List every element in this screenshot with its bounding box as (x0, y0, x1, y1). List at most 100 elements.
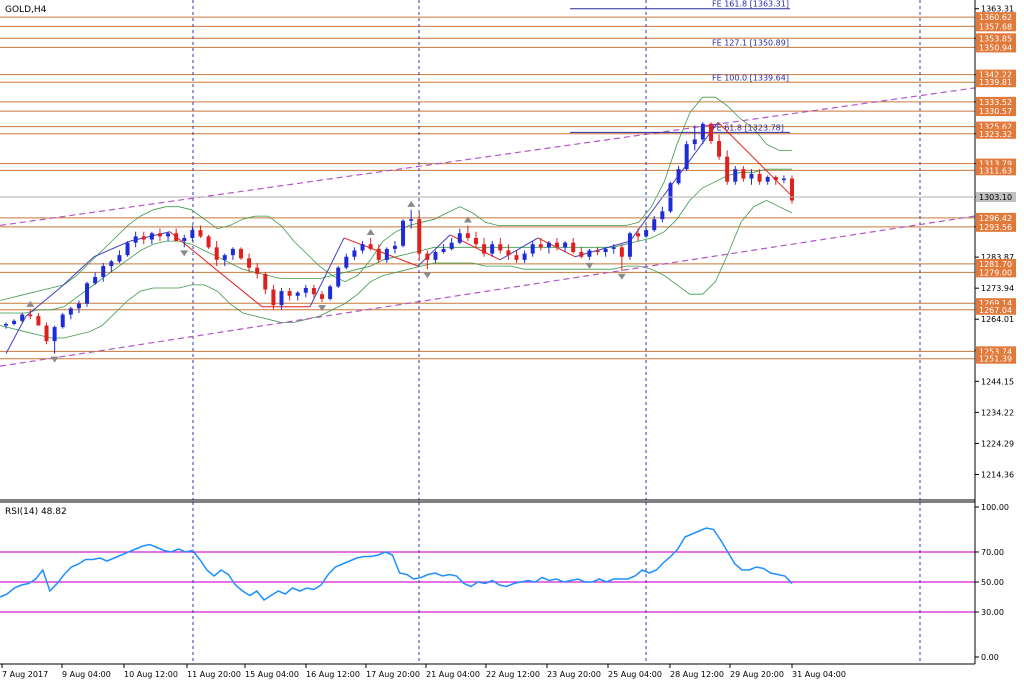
candle-body (708, 123, 713, 142)
current-price-label: 1303.10 (979, 193, 1012, 202)
candle-body (174, 233, 179, 242)
candle-body (230, 248, 235, 256)
candle-body (555, 242, 560, 248)
price-level-tag-label: 1330.57 (979, 107, 1012, 116)
price-level-tag-label: 1350.94 (979, 43, 1012, 52)
candle-body (733, 169, 738, 182)
time-tick-label: 25 Aug 04:00 (608, 670, 662, 679)
candle-body (384, 248, 389, 260)
candle-body (238, 248, 243, 259)
price-level-tag-label: 1339.81 (979, 78, 1012, 87)
candle-body (125, 242, 130, 256)
candle-body (133, 236, 138, 243)
candle-body (765, 176, 770, 182)
candle-body (149, 233, 154, 240)
candle-body (563, 242, 568, 248)
candle-body (157, 233, 162, 237)
candle-body (328, 286, 333, 299)
rsi-tick-label: 70.00 (981, 548, 1004, 557)
candle-body (482, 244, 487, 254)
price-level-tag-label: 1323.32 (979, 130, 1012, 139)
candle-body (571, 242, 576, 253)
time-tick-label: 11 Aug 20:00 (187, 670, 241, 679)
time-tick-label: 28 Aug 12:00 (670, 670, 724, 679)
price-tick-label: 1273.94 (981, 284, 1014, 293)
rsi-tick-label: 50.00 (981, 578, 1004, 587)
price-level-tag-label: 1293.56 (979, 223, 1012, 232)
candle-body (603, 248, 608, 253)
price-level-tag-label: 1251.39 (979, 355, 1012, 364)
candle-body (368, 244, 373, 249)
time-tick-label: 9 Aug 04:00 (62, 670, 111, 679)
candle-body (749, 173, 754, 179)
candle-body (506, 250, 511, 256)
candle-body (684, 144, 689, 170)
time-tick-label: 15 Aug 04:00 (245, 670, 299, 679)
candle-body (303, 287, 308, 293)
candle-body (295, 292, 300, 296)
candle-body (465, 233, 470, 238)
price-level-tag-label: 1279.00 (979, 268, 1012, 277)
candle-body (392, 245, 397, 249)
candle-body (182, 237, 187, 242)
price-level-tag-label: 1311.63 (979, 166, 1012, 175)
candle-body (546, 242, 551, 248)
candle-body (85, 283, 90, 304)
price-level-tag-label: 1353.85 (979, 34, 1012, 43)
candle-body (344, 256, 349, 268)
candle-body (214, 247, 219, 260)
candle-body (441, 248, 446, 253)
candle-body (433, 252, 438, 260)
candle-body (28, 314, 33, 317)
candle-body (473, 237, 478, 245)
price-level-tag-label: 1267.04 (979, 306, 1012, 315)
time-tick-label: 10 Aug 12:00 (124, 670, 178, 679)
candle-body (522, 253, 527, 260)
candle-body (725, 156, 730, 182)
candle-body (109, 261, 114, 267)
candle-body (76, 303, 81, 309)
candle-body (595, 250, 600, 253)
rsi-tick-label: 0.00 (981, 653, 999, 662)
candle-body (376, 248, 381, 260)
symbol-label: GOLD,H4 (5, 5, 47, 15)
price-level-tag-label: 1333.52 (979, 98, 1012, 107)
candle-body (190, 230, 195, 238)
price-tick-label: 1244.15 (981, 377, 1014, 386)
time-tick-label: 29 Aug 20:00 (730, 670, 784, 679)
candle-body (619, 247, 624, 257)
candle-body (44, 325, 49, 342)
time-tick-label: 21 Aug 04:00 (426, 670, 480, 679)
fibo-level-label: FE 161.8 [1363.31] (712, 0, 789, 9)
candle-body (263, 273, 268, 290)
candle-body (68, 308, 73, 315)
time-tick-label: 22 Aug 12:00 (486, 670, 540, 679)
candle-body (60, 314, 65, 328)
candle-body (352, 250, 357, 257)
price-level-tag-label: 1360.62 (979, 13, 1012, 22)
candle-body (514, 255, 519, 260)
time-tick-label: 23 Aug 20:00 (547, 670, 601, 679)
price-level-tag-label: 1357.68 (979, 22, 1012, 31)
candle-body (198, 230, 203, 237)
candle-body (206, 236, 211, 248)
candle-body (636, 233, 641, 237)
time-tick-label: 16 Aug 12:00 (306, 670, 360, 679)
candle-body (498, 244, 503, 251)
candle-body (247, 258, 252, 268)
candle-body (401, 220, 406, 246)
candle-body (717, 141, 722, 157)
time-tick-label: 31 Aug 04:00 (792, 670, 846, 679)
candle-body (587, 250, 592, 257)
candle-body (36, 316, 41, 326)
candle-body (166, 233, 171, 237)
candle-body (644, 230, 649, 237)
rsi-label: RSI(14) 48.82 (5, 507, 67, 517)
fibo-level-label: FE 61.8 [1323.78] (712, 123, 784, 132)
candle-body (255, 267, 260, 274)
candle-body (93, 277, 98, 284)
candle-body (417, 219, 422, 254)
candle-body (611, 247, 616, 249)
candle-body (271, 289, 276, 306)
candle-body (425, 253, 430, 260)
